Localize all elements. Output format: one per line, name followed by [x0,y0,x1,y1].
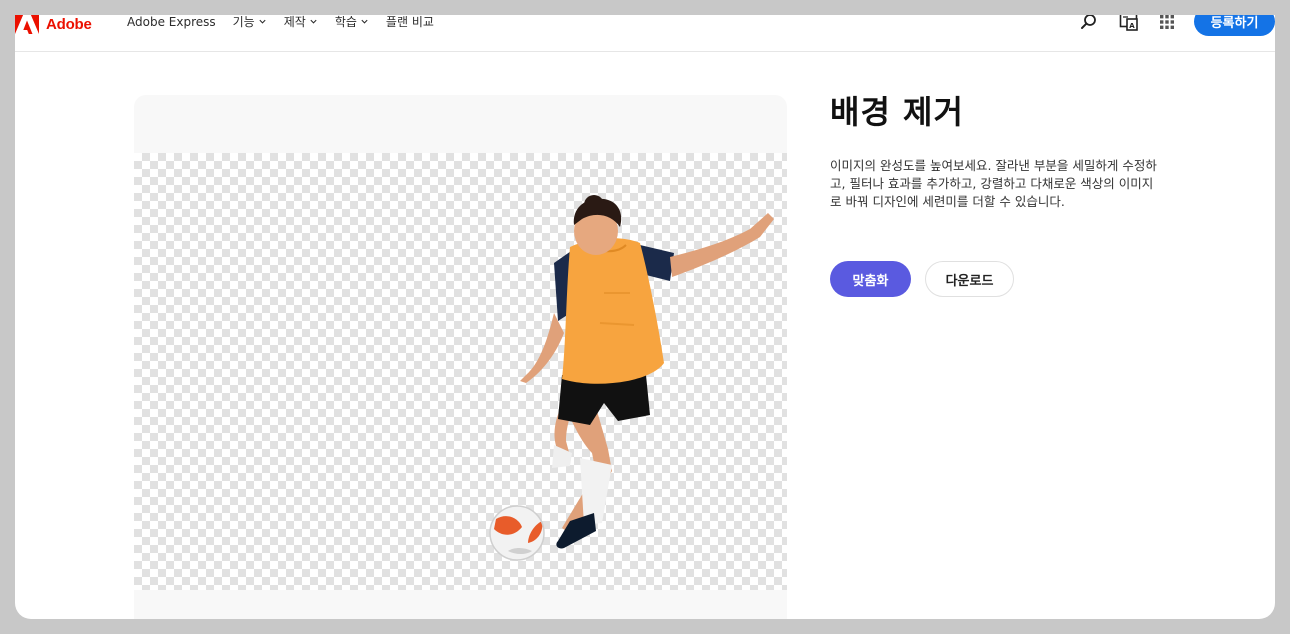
nav-item-features[interactable]: 기능 [233,15,267,30]
soccer-player-image [489,195,774,561]
download-button[interactable]: 다운로드 [925,261,1014,297]
main-nav: Adobe Express 기능 제작 학습 플랜 비교 [127,15,451,29]
language-button[interactable]: A [1119,15,1139,32]
nav-item-compare-plans[interactable]: 플랜 비교 [386,15,434,30]
signup-button[interactable]: 등록하기 [1194,15,1275,36]
apps-button[interactable] [1157,15,1177,32]
chevron-down-icon [310,19,317,24]
preview-panel [134,95,787,619]
translate-icon: A [1119,15,1138,31]
brand-name: Adobe [46,15,92,33]
nav-item-create[interactable]: 제작 [284,15,318,30]
customize-button[interactable]: 맞춤화 [830,261,911,297]
transparent-background [134,153,787,590]
chevron-down-icon [259,19,266,24]
browser-window: Adobe Adobe Express 기능 제작 학습 플랜 비교 A 등록하… [15,15,1275,619]
search-button[interactable] [1079,15,1099,32]
page-title: 배경 제거 [830,93,964,131]
adobe-logo[interactable]: Adobe [15,15,92,34]
adobe-logo-icon [15,15,39,34]
apps-grid-icon [1160,15,1174,29]
feature-description: 이미지의 완성도를 높여보세요. 잘라낸 부분을 세밀하게 수정하고, 필터나 … [830,158,1157,209]
site-header: Adobe Adobe Express 기능 제작 학습 플랜 비교 A 등록하… [15,15,1275,52]
search-icon [1081,15,1096,29]
svg-text:A: A [1129,22,1135,30]
nav-item-learn[interactable]: 학습 [335,15,369,30]
nav-item-adobe-express[interactable]: Adobe Express [127,15,216,29]
chevron-down-icon [361,19,368,24]
